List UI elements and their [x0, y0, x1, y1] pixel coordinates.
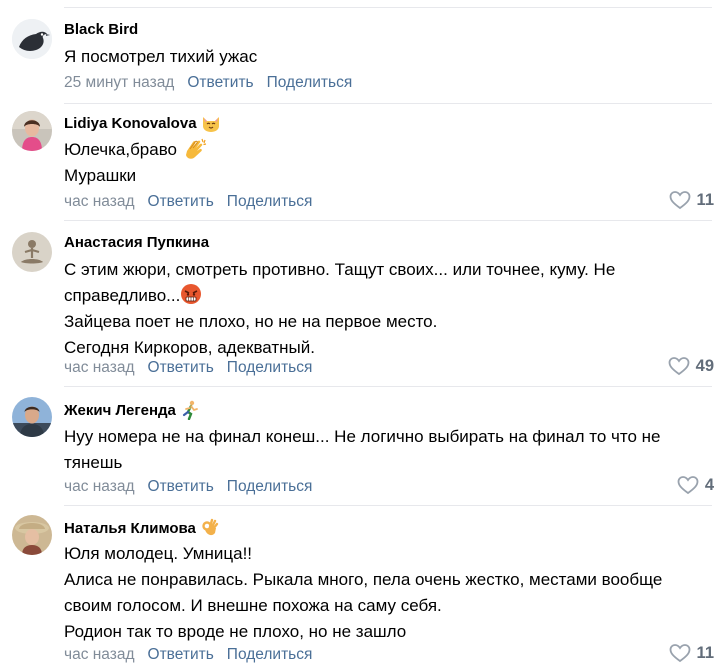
ok-hand-icon: [200, 518, 220, 538]
divider: [64, 103, 712, 104]
comment-line: Алиса не понравилась. Рыкала много, пела…: [64, 570, 663, 589]
comment-text: Нуу номера не на финал конеш... Не логич…: [64, 424, 714, 476]
comment-text: Юля молодец. Умница!! Алиса не понравила…: [64, 541, 714, 645]
comment-author[interactable]: Lidiya Konovalova: [64, 113, 221, 133]
share-button[interactable]: Поделиться: [227, 478, 313, 496]
comment-line: Юлечка,браво: [64, 137, 714, 163]
share-button[interactable]: Поделиться: [227, 359, 313, 377]
comment-time[interactable]: час назад: [64, 478, 135, 496]
comment-line: Сегодня Киркоров, адекватный.: [64, 338, 315, 357]
share-button[interactable]: Поделиться: [227, 646, 313, 664]
author-name[interactable]: Lidiya Konovalova: [64, 115, 197, 132]
comment-line: тянешь: [64, 453, 123, 472]
comment-time[interactable]: час назад: [64, 646, 135, 664]
comment-meta: час назад Ответить Поделиться: [64, 193, 312, 211]
like-count: 4: [704, 475, 714, 494]
cat-face-icon: [201, 113, 221, 133]
author-name[interactable]: Black Bird: [64, 21, 138, 38]
like-button[interactable]: 11: [669, 190, 714, 210]
heart-icon: [669, 644, 690, 663]
avatar[interactable]: [12, 397, 52, 437]
heart-icon: [668, 357, 690, 376]
comment-meta: час назад Ответить Поделиться: [64, 646, 312, 664]
comment-author[interactable]: Анастасия Пупкина: [64, 234, 209, 251]
comment-meta: час назад Ответить Поделиться: [64, 359, 312, 377]
comment-line: Я посмотрел тихий ужас: [64, 47, 258, 66]
comment-text: Юлечка,браво Мурашки: [64, 137, 714, 189]
comment-line: Родион так то вроде не плохо, но не зашл…: [64, 622, 407, 641]
like-button[interactable]: 11: [669, 643, 714, 663]
comment-author[interactable]: Black Bird: [64, 21, 138, 38]
comment-meta: 25 минут назад Ответить Поделиться: [64, 74, 352, 92]
divider: [64, 220, 712, 221]
comment-text: Я посмотрел тихий ужас: [64, 44, 714, 70]
comment-line: Юля молодец. Умница!!: [64, 544, 253, 563]
comment-time[interactable]: час назад: [64, 359, 135, 377]
angry-face-icon: [180, 283, 202, 305]
avatar[interactable]: [12, 111, 52, 151]
like-button[interactable]: 4: [677, 475, 714, 495]
like-count: 11: [696, 190, 714, 209]
avatar[interactable]: [12, 232, 52, 272]
comment-line: справедливо...: [64, 283, 714, 309]
runner-icon: [180, 400, 200, 420]
author-name[interactable]: Наталья Климова: [64, 520, 196, 537]
reply-button[interactable]: Ответить: [187, 74, 253, 92]
comment-line: Зайцева поет не плохо, но не на первое м…: [64, 312, 438, 331]
reply-button[interactable]: Ответить: [148, 193, 214, 211]
comment-time[interactable]: час назад: [64, 193, 135, 211]
comment-author[interactable]: Наталья Климова: [64, 518, 220, 538]
avatar[interactable]: [12, 19, 52, 59]
heart-icon: [669, 191, 690, 210]
heart-icon: [677, 476, 699, 495]
author-name[interactable]: Жекич Легенда: [64, 402, 176, 419]
comment-line: С этим жюри, смотреть противно. Тащут св…: [64, 260, 616, 279]
clapping-hands-icon: [182, 137, 208, 161]
reply-button[interactable]: Ответить: [148, 646, 214, 664]
comment-line: Мурашки: [64, 166, 137, 185]
comment-meta: час назад Ответить Поделиться: [64, 478, 312, 496]
divider: [64, 386, 712, 387]
comment-text: С этим жюри, смотреть противно. Тащут св…: [64, 257, 714, 361]
like-count: 49: [695, 356, 714, 375]
reply-button[interactable]: Ответить: [148, 478, 214, 496]
share-button[interactable]: Поделиться: [227, 193, 313, 211]
reply-button[interactable]: Ответить: [148, 359, 214, 377]
like-count: 11: [696, 643, 714, 662]
comment-line: своим голосом. И внешне похожа на саму с…: [64, 596, 442, 615]
like-button[interactable]: 49: [668, 356, 714, 376]
avatar[interactable]: [12, 515, 52, 555]
comment-time[interactable]: 25 минут назад: [64, 74, 174, 92]
share-button[interactable]: Поделиться: [267, 74, 353, 92]
divider: [64, 7, 712, 8]
divider: [64, 505, 712, 506]
comment-author[interactable]: Жекич Легенда: [64, 400, 200, 420]
comment-line: Нуу номера не на финал конеш... Не логич…: [64, 427, 661, 446]
author-name[interactable]: Анастасия Пупкина: [64, 234, 209, 251]
